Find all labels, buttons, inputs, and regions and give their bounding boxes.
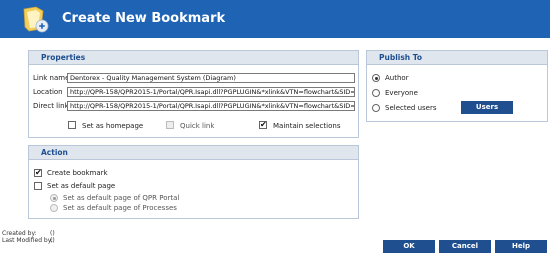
set-default-page-label: Set as default page xyxy=(47,182,116,190)
default-processes-label: Set as default page of Processes xyxy=(63,204,177,212)
created-by-label: Created by: xyxy=(2,230,37,237)
publish-selected-users-label: Selected users xyxy=(385,104,437,112)
publish-title: Publish To xyxy=(367,51,547,65)
location-input[interactable]: http://QPR-158/QPR2015-1/Portal/QPR.Isap… xyxy=(67,87,355,97)
maintain-selections-checkbox[interactable]: ✔ xyxy=(259,121,267,129)
created-by-value: () xyxy=(50,230,55,237)
quick-link-checkbox[interactable] xyxy=(166,121,174,129)
ok-button[interactable]: OK xyxy=(383,240,435,253)
default-processes-radio[interactable] xyxy=(50,204,58,212)
set-as-homepage-checkbox[interactable] xyxy=(68,121,76,129)
link-name-label: Link name xyxy=(33,74,70,82)
cancel-button[interactable]: Cancel xyxy=(439,240,491,253)
last-modified-label: Last Modified by: xyxy=(2,237,53,244)
set-as-homepage-label: Set as homepage xyxy=(82,122,144,130)
link-name-input[interactable]: Dentorex - Quality Management System (Di… xyxy=(67,73,355,83)
checkmark-icon: ✔ xyxy=(260,120,267,129)
default-qpr-portal-radio[interactable] xyxy=(50,194,58,202)
last-modified-value: () xyxy=(50,237,55,244)
dialog-header: Create New Bookmark xyxy=(0,0,550,38)
users-button[interactable]: Users xyxy=(461,101,513,114)
create-bookmark-label: Create bookmark xyxy=(47,169,108,177)
set-default-page-checkbox[interactable] xyxy=(34,182,42,190)
create-bookmark-checkbox[interactable]: ✔ xyxy=(34,169,42,177)
action-title: Action xyxy=(29,146,358,160)
publish-selected-users-radio[interactable] xyxy=(372,104,380,112)
location-label: Location xyxy=(33,88,63,96)
bookmark-add-icon xyxy=(23,6,49,33)
publish-everyone-label: Everyone xyxy=(385,89,418,97)
maintain-selections-label: Maintain selections xyxy=(273,122,341,130)
publish-everyone-radio[interactable] xyxy=(372,89,380,97)
default-qpr-portal-label: Set as default page of QPR Portal xyxy=(63,194,180,202)
quick-link-label: Quick link xyxy=(180,122,215,130)
publish-author-radio[interactable] xyxy=(372,74,380,82)
checkmark-icon: ✔ xyxy=(35,168,42,177)
publish-author-label: Author xyxy=(385,74,409,82)
direct-link-label: Direct link xyxy=(33,102,69,110)
properties-title: Properties xyxy=(29,51,358,65)
direct-link-input[interactable]: http://QPR-158/QPR2015-1/Portal/QPR.Isap… xyxy=(67,101,355,111)
dialog-title: Create New Bookmark xyxy=(62,11,226,26)
help-button[interactable]: Help xyxy=(495,240,547,253)
